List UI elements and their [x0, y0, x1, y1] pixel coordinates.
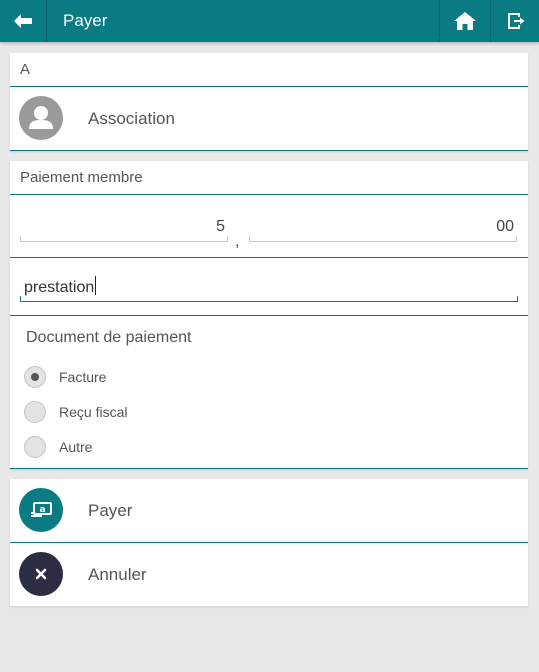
top-app-bar: Payer [0, 0, 539, 42]
amount-row: 5 , 00 [10, 195, 528, 257]
radio-option-recu-fiscal[interactable]: Reçu fiscal [24, 400, 127, 424]
cancel-button[interactable]: Annuler [10, 543, 528, 606]
radio-option-autre[interactable]: Autre [24, 435, 92, 459]
actions-card: a Payer Annuler [10, 479, 528, 606]
radio-button[interactable] [24, 436, 46, 458]
exit-button[interactable] [490, 0, 539, 42]
exit-icon [507, 13, 524, 29]
description-input[interactable]: prestation [20, 273, 518, 302]
radio-label: Facture [59, 369, 107, 385]
decimal-separator: , [235, 233, 240, 250]
amount-units-field[interactable]: 5 [20, 213, 228, 242]
divider [10, 468, 528, 469]
home-button[interactable] [439, 0, 490, 42]
recipient-section-header: A [10, 53, 528, 87]
payment-card: Paiement membre 5 , 00 prestation Docume… [10, 161, 528, 469]
amount-cents-field[interactable]: 00 [249, 213, 517, 242]
svg-text:a: a [39, 505, 45, 515]
amount-cents-value: 00 [496, 218, 514, 235]
payment-section-header: Paiement membre [10, 161, 528, 195]
back-button[interactable] [0, 0, 47, 42]
description-value: prestation [24, 279, 95, 296]
person-avatar-icon [19, 96, 63, 140]
divider [10, 150, 528, 151]
arrow-left-icon [14, 14, 32, 28]
home-icon [454, 12, 476, 30]
description-row: prestation [10, 258, 528, 315]
cash-icon: a [19, 488, 63, 532]
cancel-label: Annuler [88, 565, 147, 584]
radio-button[interactable] [24, 401, 46, 423]
radio-option-facture[interactable]: Facture [24, 365, 106, 389]
amount-units-value: 5 [216, 218, 225, 235]
close-icon [19, 552, 63, 596]
recipient-name: Association [88, 109, 175, 128]
text-caret [95, 276, 97, 295]
document-type-group: Document de paiement Facture Reçu fiscal… [10, 316, 528, 468]
pay-label: Payer [88, 501, 133, 520]
radio-label: Autre [59, 439, 93, 455]
recipient-row[interactable]: Association [10, 87, 528, 150]
radio-label: Reçu fiscal [59, 404, 128, 420]
recipient-card: A Association [10, 53, 528, 151]
page-title: Payer [63, 11, 108, 30]
radio-button-checked[interactable] [24, 366, 46, 388]
document-type-title: Document de paiement [26, 329, 192, 346]
pay-button[interactable]: a Payer [10, 479, 528, 542]
